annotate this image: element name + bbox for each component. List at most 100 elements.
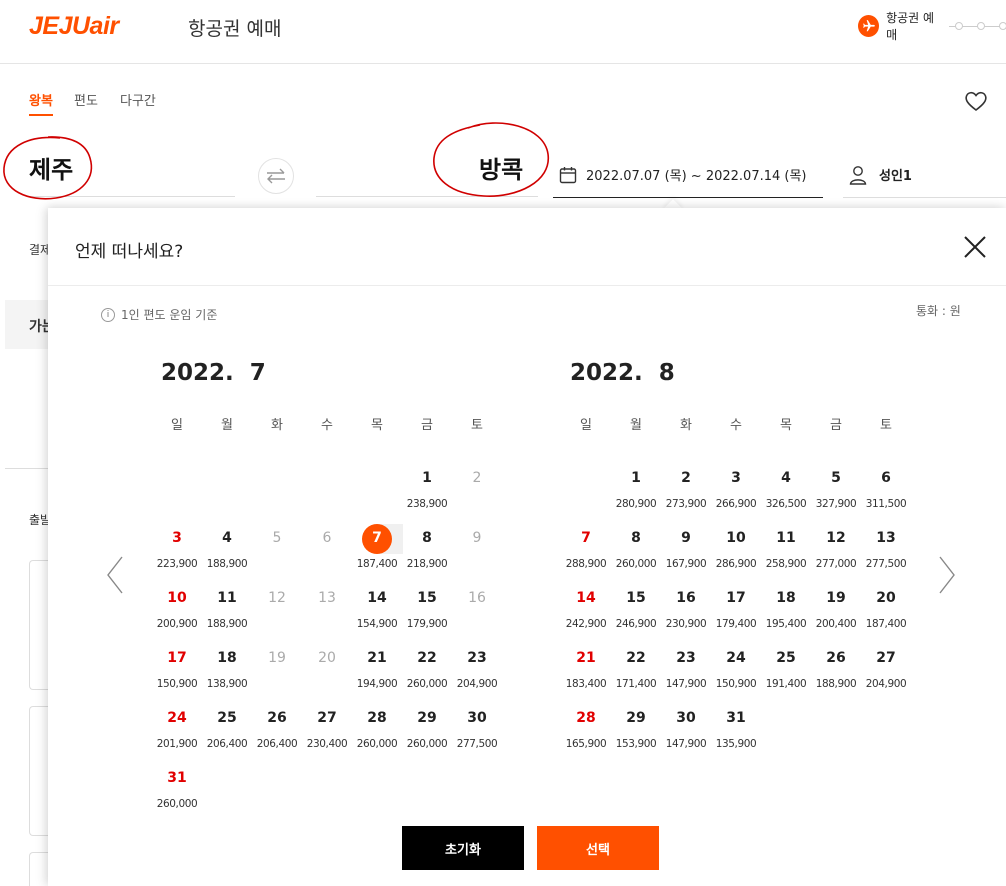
day-number: 3 <box>731 470 741 486</box>
calendar-day[interactable]: 11 258,900 <box>761 520 811 580</box>
calendar-day[interactable]: 30 147,900 <box>661 700 711 760</box>
calendar-day[interactable]: 25 206,400 <box>202 700 252 760</box>
calendar-day[interactable]: 23 204,900 <box>452 640 502 700</box>
calendar-day[interactable]: 2 273,900 <box>661 460 711 520</box>
calendar-day[interactable]: 10 286,900 <box>711 520 761 580</box>
day-number: 17 <box>167 650 187 666</box>
calendar-day[interactable]: 14 242,900 <box>561 580 611 640</box>
calendar-day[interactable]: 29 153,900 <box>611 700 661 760</box>
origin-city[interactable]: 제주 <box>29 150 73 185</box>
heart-icon[interactable] <box>964 90 988 116</box>
day-number: 30 <box>676 710 696 726</box>
calendar-day[interactable]: 23 147,900 <box>661 640 711 700</box>
day-fare: 266,900 <box>715 498 757 510</box>
reset-button[interactable]: 초기화 <box>402 826 524 870</box>
calendar-day[interactable]: 21 183,400 <box>561 640 611 700</box>
travel-date-field[interactable]: 2022.07.07 (목) ~ 2022.07.14 (목) <box>553 152 823 198</box>
calendar-day[interactable]: 27 204,900 <box>861 640 911 700</box>
calendar-day[interactable]: 26 206,400 <box>252 700 302 760</box>
day-number: 31 <box>726 710 746 726</box>
calendar-day[interactable]: 4 188,900 <box>202 520 252 580</box>
calendar-day[interactable]: 27 230,400 <box>302 700 352 760</box>
calendar-day-selected[interactable]: 7 187,400 <box>352 520 403 580</box>
day-number: 11 <box>776 530 796 546</box>
swap-route-button[interactable] <box>258 158 294 194</box>
calendar-day: 20 <box>302 640 352 700</box>
day-number: 20 <box>318 650 336 666</box>
weekday-label: 금 <box>421 418 433 433</box>
calendar-day[interactable]: 22 260,000 <box>402 640 452 700</box>
calendar-day[interactable]: 20 187,400 <box>861 580 911 640</box>
day-fare: 230,400 <box>306 738 348 750</box>
calendar-day[interactable]: 9 167,900 <box>661 520 711 580</box>
calendar-day[interactable]: 1 238,900 <box>402 460 452 520</box>
day-number: 27 <box>317 710 337 726</box>
destination-city[interactable]: 방콕 <box>479 150 523 185</box>
day-fare: 187,400 <box>865 618 907 630</box>
calendar-day[interactable]: 1 280,900 <box>611 460 661 520</box>
day-number: 14 <box>367 590 387 606</box>
weekday-label: 화 <box>271 418 283 433</box>
day-fare: 194,900 <box>356 678 398 690</box>
calendar-day[interactable]: 15 179,900 <box>402 580 452 640</box>
calendar-day[interactable]: 13 277,500 <box>861 520 911 580</box>
calendar-day[interactable]: 26 188,900 <box>811 640 861 700</box>
calendar-day[interactable]: 4 326,500 <box>761 460 811 520</box>
calendar-day[interactable]: 18 138,900 <box>202 640 252 700</box>
calendar-day[interactable]: 8 260,000 <box>611 520 661 580</box>
calendar-day[interactable]: 22 171,400 <box>611 640 661 700</box>
day-number: 19 <box>268 650 286 666</box>
calendar-day[interactable]: 15 246,900 <box>611 580 661 640</box>
day-number: 16 <box>468 590 486 606</box>
calendar-day[interactable]: 17 150,900 <box>152 640 202 700</box>
calendar-day[interactable]: 31 260,000 <box>152 760 202 820</box>
chevron-right-icon <box>939 556 955 594</box>
jejuair-logo[interactable]: JEJUair <box>29 12 119 41</box>
day-fare: 258,900 <box>765 558 807 570</box>
close-button[interactable] <box>962 234 988 260</box>
calendar-day[interactable]: 21 194,900 <box>352 640 402 700</box>
tab-oneway[interactable]: 편도 <box>74 90 98 109</box>
calendar-day[interactable]: 7 288,900 <box>561 520 611 580</box>
day-number: 26 <box>267 710 287 726</box>
calendar-day[interactable]: 25 191,400 <box>761 640 811 700</box>
calendar-day[interactable]: 28 260,000 <box>352 700 402 760</box>
calendar-day[interactable]: 14 154,900 <box>352 580 402 640</box>
select-button[interactable]: 선택 <box>537 826 659 870</box>
calendar-day[interactable]: 29 260,000 <box>402 700 452 760</box>
calendar-day[interactable]: 6 311,500 <box>861 460 911 520</box>
destination-underline <box>316 196 538 197</box>
tab-roundtrip[interactable]: 왕복 <box>29 90 53 116</box>
next-month-button[interactable] <box>936 555 958 595</box>
calendar-day[interactable]: 12 277,000 <box>811 520 861 580</box>
calendar-day[interactable]: 31 135,900 <box>711 700 761 760</box>
fare-basis-text: 1인 편도 운임 기준 <box>121 308 218 322</box>
calendar-day[interactable]: 30 277,500 <box>452 700 502 760</box>
calendar-day[interactable]: 17 179,400 <box>711 580 761 640</box>
calendar-day[interactable]: 8 218,900 <box>402 520 452 580</box>
prev-month-button[interactable] <box>104 555 126 595</box>
tab-multicity[interactable]: 다구간 <box>120 90 156 109</box>
day-number: 26 <box>826 650 846 666</box>
calendar-day[interactable]: 3 266,900 <box>711 460 761 520</box>
calendar-day[interactable]: 24 150,900 <box>711 640 761 700</box>
calendar-day[interactable]: 24 201,900 <box>152 700 202 760</box>
day-fare: 179,400 <box>715 618 757 630</box>
calendar-day[interactable]: 19 200,400 <box>811 580 861 640</box>
calendar-day[interactable]: 11 188,900 <box>202 580 252 640</box>
calendar-day[interactable]: 3 223,900 <box>152 520 202 580</box>
passenger-field[interactable]: 성인1 <box>843 152 1006 198</box>
day-fare: 223,900 <box>156 558 198 570</box>
calendar-day[interactable]: 10 200,900 <box>152 580 202 640</box>
day-number: 1 <box>422 470 432 486</box>
calendar-day[interactable]: 28 165,900 <box>561 700 611 760</box>
calendar-day[interactable]: 5 327,900 <box>811 460 861 520</box>
day-number: 12 <box>826 530 846 546</box>
info-icon: i <box>101 307 115 322</box>
calendar-day[interactable]: 18 195,400 <box>761 580 811 640</box>
calendar-day[interactable]: 16 230,900 <box>661 580 711 640</box>
step-dot <box>976 22 985 30</box>
calendar-day: 2 <box>452 460 502 520</box>
day-number: 12 <box>268 590 286 606</box>
page-title: 항공권 예매 <box>188 18 282 40</box>
